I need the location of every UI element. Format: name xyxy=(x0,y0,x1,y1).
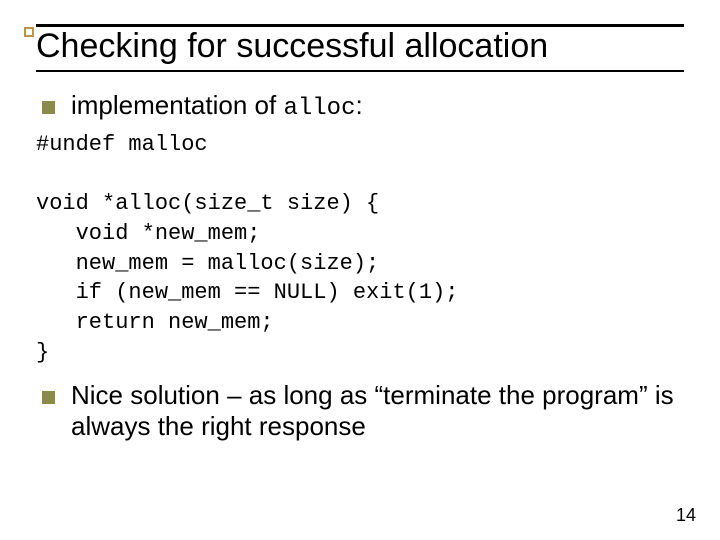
slide-title: Checking for successful allocation xyxy=(36,25,684,72)
title-accent-square xyxy=(24,27,34,37)
bullet-text: Nice solution – as long as “terminate th… xyxy=(71,380,684,442)
code-line: void *alloc(size_t size) { xyxy=(36,191,379,216)
code-line: #undef malloc xyxy=(36,132,208,157)
bullet-text: implementation of alloc: xyxy=(71,90,363,122)
code-line: } xyxy=(36,340,49,365)
code-line: void *new_mem; xyxy=(36,221,260,246)
code-line: return new_mem; xyxy=(36,310,274,335)
page-number: 14 xyxy=(676,505,696,526)
code-block: #undef malloc void *alloc(size_t size) {… xyxy=(36,130,684,368)
bullet-suffix: : xyxy=(355,90,362,120)
bullet-prefix: implementation of xyxy=(71,90,283,120)
title-block: Checking for successful allocation xyxy=(36,24,684,72)
bullet-prefix: Nice solution – as long as “terminate th… xyxy=(71,380,674,441)
square-bullet-icon xyxy=(42,391,55,404)
bullet-item: Nice solution – as long as “terminate th… xyxy=(42,380,684,442)
bullet-item: implementation of alloc: xyxy=(42,90,684,122)
code-line: new_mem = malloc(size); xyxy=(36,251,379,276)
square-bullet-icon xyxy=(42,101,55,114)
bullet-mono: alloc xyxy=(283,95,355,122)
code-line: if (new_mem == NULL) exit(1); xyxy=(36,280,458,305)
